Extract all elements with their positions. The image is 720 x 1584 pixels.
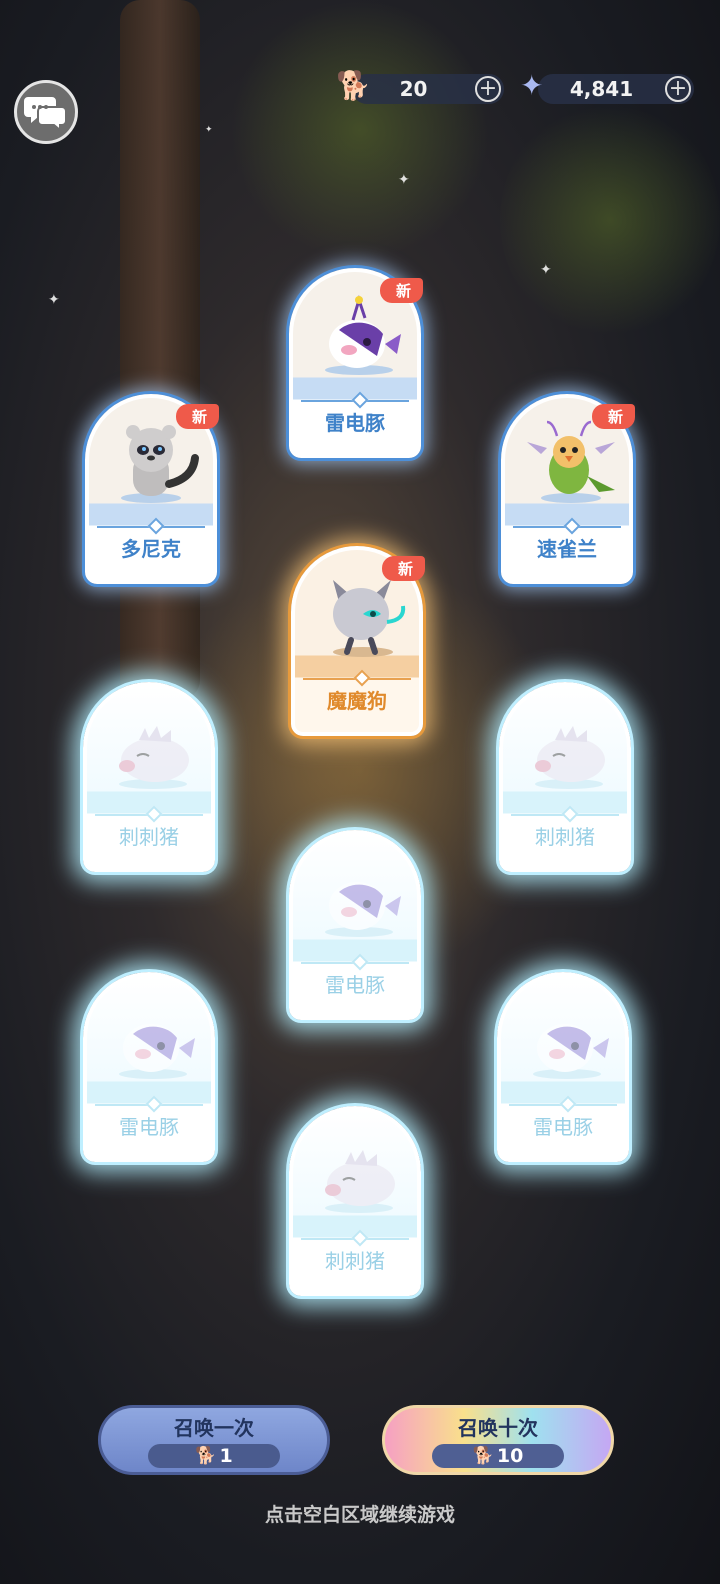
chat-button[interactable] bbox=[14, 80, 78, 144]
diamond-ornament-icon bbox=[351, 953, 369, 971]
star-gem-icon: ✦ bbox=[520, 69, 544, 102]
dog-ticket-icon: 🐕 bbox=[195, 1446, 217, 1466]
continue-hint[interactable]: 点击空白区域继续游戏 bbox=[0, 1500, 720, 1527]
creature-name: 魔魔狗 bbox=[327, 689, 387, 713]
summon-card[interactable]: 刺刺猪 bbox=[83, 682, 215, 872]
creature-name: 刺刺猪 bbox=[535, 825, 595, 849]
sparkle-icon: ✦ bbox=[398, 172, 410, 188]
summon-card[interactable]: 新 多尼克 bbox=[85, 394, 219, 584]
thunder-dolphin-creature bbox=[119, 1024, 195, 1079]
summon-card[interactable]: 雷电豚 bbox=[497, 972, 629, 1162]
add-star-button[interactable]: + bbox=[665, 76, 691, 102]
diamond-ornament-icon bbox=[145, 805, 163, 823]
creature-name: 多尼克 bbox=[121, 537, 181, 561]
summon-once-button[interactable]: 召唤一次 🐕 1 bbox=[98, 1405, 330, 1475]
chat-bubble-icon bbox=[24, 97, 67, 131]
diamond-ornament-icon bbox=[559, 1095, 577, 1113]
creature-name: 雷电豚 bbox=[325, 973, 385, 997]
diamond-ornament-icon bbox=[351, 1229, 369, 1247]
donik-creature bbox=[121, 425, 199, 503]
dog-ticket-icon: 🐕 bbox=[472, 1446, 494, 1466]
spiky-pig-creature bbox=[325, 1150, 395, 1213]
diamond-ornament-icon bbox=[561, 805, 579, 823]
summon-card[interactable]: 刺刺猪 bbox=[499, 682, 631, 872]
thunder-dolphin-creature bbox=[325, 882, 401, 937]
dog-ticket-icon: 🐕 bbox=[336, 69, 371, 102]
diamond-ornament-icon bbox=[147, 517, 165, 535]
summon-ten-cost-value: 10 bbox=[496, 1445, 524, 1467]
thunder-dolphin-creature bbox=[533, 1024, 609, 1079]
demon-dog-creature bbox=[333, 580, 406, 657]
creature-name: 雷电豚 bbox=[533, 1115, 593, 1139]
creature-name: 雷电豚 bbox=[119, 1115, 179, 1139]
sparkle-icon: ✦ bbox=[540, 262, 552, 278]
spiky-pig-creature bbox=[119, 726, 189, 789]
star-counter: ✦ 4,841 + bbox=[520, 69, 694, 104]
background-foliage bbox=[500, 100, 720, 340]
diamond-ornament-icon bbox=[563, 517, 581, 535]
creature-name: 速雀兰 bbox=[537, 537, 597, 561]
summon-card[interactable]: 新 速雀兰 bbox=[501, 394, 635, 584]
diamond-ornament-icon bbox=[145, 1095, 163, 1113]
summon-ten-button[interactable]: 召唤十次 🐕 10 bbox=[382, 1405, 614, 1475]
star-count: 4,841 bbox=[569, 77, 634, 101]
background-tree bbox=[120, 0, 200, 700]
ticket-counter: 🐕 20 + bbox=[336, 69, 504, 104]
creature-name: 刺刺猪 bbox=[119, 825, 179, 849]
summon-card[interactable]: 雷电豚 bbox=[83, 972, 215, 1162]
sparkle-icon: ✦ bbox=[48, 292, 60, 308]
add-ticket-button[interactable]: + bbox=[475, 76, 501, 102]
creature-name: 雷电豚 bbox=[325, 411, 385, 435]
summon-card[interactable]: 刺刺猪 bbox=[289, 1106, 421, 1296]
summon-card-highlighted[interactable]: 新 魔魔狗 bbox=[291, 546, 425, 736]
summon-ten-label: 召唤十次 bbox=[458, 1416, 538, 1440]
summon-card[interactable]: 雷电豚 bbox=[289, 830, 421, 1020]
diamond-ornament-icon bbox=[353, 669, 371, 687]
sparkle-icon: ✦ bbox=[205, 125, 213, 135]
thunder-dolphin-creature bbox=[325, 295, 401, 375]
summon-once-cost: 🐕 1 bbox=[148, 1444, 280, 1468]
creature-name: 刺刺猪 bbox=[325, 1249, 385, 1273]
diamond-ornament-icon bbox=[351, 391, 369, 409]
swift-sparrow-creature bbox=[527, 420, 615, 503]
background-foliage bbox=[230, 0, 490, 260]
summon-once-label: 召唤一次 bbox=[174, 1416, 254, 1440]
spiky-pig-creature bbox=[535, 726, 605, 789]
summon-once-cost-value: 1 bbox=[219, 1445, 233, 1467]
summon-card[interactable]: 新 雷电豚 bbox=[289, 268, 423, 458]
summon-ten-cost: 🐕 10 bbox=[432, 1444, 564, 1468]
